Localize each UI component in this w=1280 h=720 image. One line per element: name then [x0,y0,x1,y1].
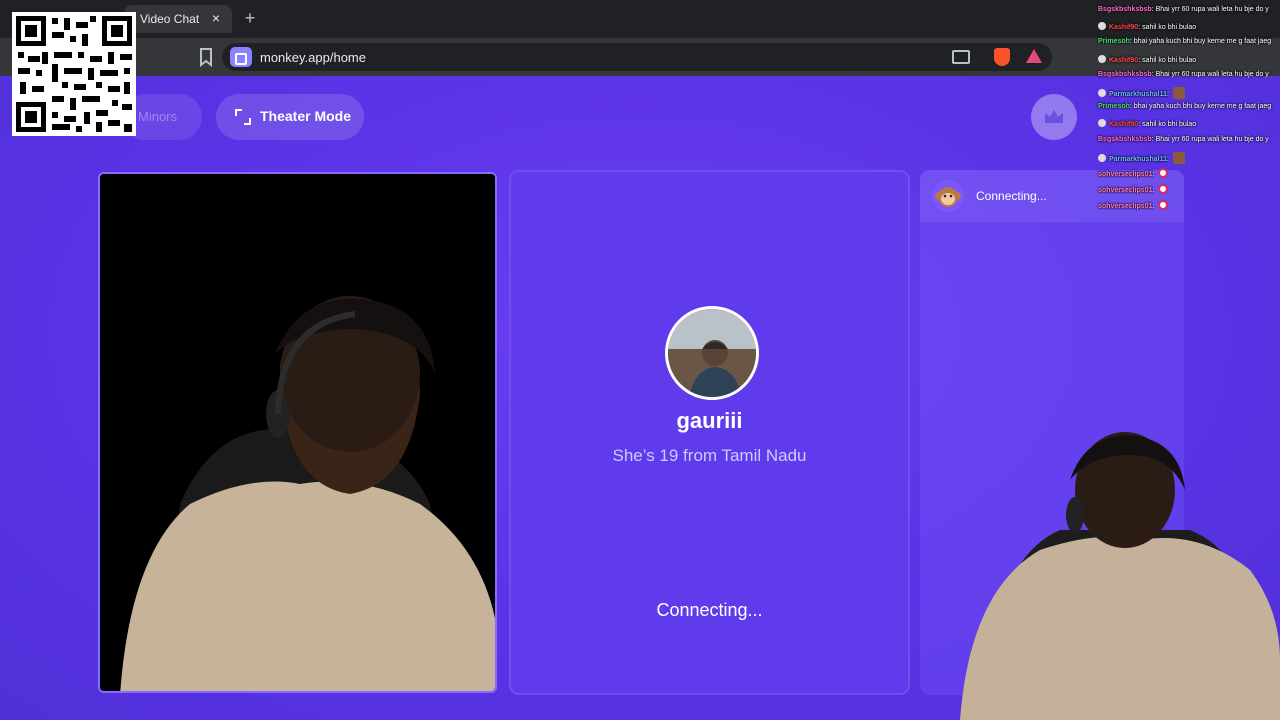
browser-toolbar: monkey.app/home [0,38,1280,76]
video-icon [230,47,252,67]
chat-username: Bsgskbshksbsb [1098,135,1152,143]
stream-chat-message: Primesoh: bhai yaha kuch bhi buy kerne m… [1098,103,1271,115]
chat-username: sohverseclips01 [1098,171,1153,178]
emote-icon [1158,168,1169,178]
badge-icon [1098,22,1106,31]
chat-username: Primesoh [1098,103,1130,111]
match-avatar [665,306,759,400]
chat-separator: : [1166,91,1171,98]
emote-icon [1172,151,1185,164]
emote-icon [1172,87,1185,99]
badge-icon [1098,119,1106,128]
chat-text: sahil ko bhi bulao [1142,121,1197,129]
brave-icon[interactable] [994,48,1010,66]
close-icon[interactable]: × [208,10,224,26]
chat-username: Bsgskbshksbsb [1098,70,1152,78]
chat-text: Bhai yrr 60 rupa wali leta hu bje do y [1155,6,1269,13]
chat-text: Bhai yrr 60 rupa wali leta hu bje do y [1155,70,1269,78]
cast-icon[interactable] [952,50,970,64]
theater-mode-button[interactable]: Theater Mode [216,94,364,140]
emote-icon [1158,184,1169,195]
bookmark-icon[interactable] [197,47,215,67]
chat-connecting-label: Connecting... [976,189,1047,203]
stream-chat-message: Parmarkhushal11: [1098,87,1185,99]
streamer-webcam [960,432,1280,720]
chat-separator: : [1152,187,1157,195]
stream-chat-message: Kashif90: sahil ko bhi bulao [1098,54,1197,67]
stream-chat-message: Kashif90: sahil ko bhi bulao [1098,119,1196,131]
stream-chat-message: sohverseclips01: [1098,200,1169,212]
chat-text: sahil ko bhi bulao [1142,24,1197,32]
chat-username: Primesoh [1098,38,1130,46]
stream-chat-message: Bsgskbshksbsb: Bhai yrr 60 rupa wali let… [1098,71,1269,83]
url-text[interactable]: monkey.app/home [260,50,366,65]
chat-separator: : [1152,171,1157,178]
self-camera-tile [98,172,497,693]
tab-title: Video Chat [140,12,200,26]
stream-chat-message: Parmarkhushal11: [1098,151,1185,164]
stream-chat-message: sohverseclips01: [1098,168,1169,180]
chat-text: bhai yaha kuch bhi buy kerne me g faat j… [1133,103,1272,111]
qr-code-icon [12,12,136,136]
stream-chat-message: Kashif90: sahil ko bhi bulao [1098,22,1196,34]
chat-text: sahil ko bhi bulao [1142,56,1197,64]
browser-tab[interactable]: Video Chat × [124,5,232,33]
stream-chat-message: Bsgskbshksbsb: Bhai yrr 60 rupa wali let… [1098,6,1269,18]
match-tile: gauriii She’s 19 from Tamil Nadu Connect… [509,170,910,695]
badge-icon [1098,153,1106,162]
crown-icon [1045,110,1063,123]
emote-icon [1158,200,1169,211]
warning-icon[interactable] [1026,49,1042,63]
chat-username: Bsgskbshksbsb [1098,6,1152,13]
plus-icon[interactable]: + [240,8,260,29]
chat-text: Bhai yrr 60 rupa wali leta hu bje do y [1155,135,1269,143]
chat-separator: : [1152,203,1157,211]
stream-chat-message: sohverseclips01: [1098,184,1169,196]
badge-icon [1098,54,1106,63]
chat-username: sohverseclips01 [1098,187,1153,195]
chat-text: bhai yaha kuch bhi buy kerne me g faat j… [1133,38,1272,46]
chat-username: Parmarkhushal11 [1109,155,1167,163]
chat-username: Parmarkhushal11 [1109,91,1167,98]
avatar-photo [668,309,756,397]
minors-label: Minors [138,109,178,124]
connecting-status: Connecting... [656,600,763,620]
match-subtitle: She’s 19 from Tamil Nadu [612,446,807,465]
chat-username: Kashif90 [1109,121,1139,129]
expand-icon [235,109,251,125]
address-bar[interactable]: monkey.app/home [222,43,1052,71]
chat-separator: : [1166,155,1171,163]
browser-tab-strip: Video Chat × + [0,0,1280,38]
match-name: gauriii [676,408,743,433]
stream-chat-message: Primesoh: bhai yaha kuch bhi buy kerne m… [1098,38,1271,50]
person-video [100,174,495,691]
chat-username: Kashif90 [1109,56,1139,64]
chat-username: sohverseclips01 [1098,203,1153,211]
stream-chat-message: Bsgskbshksbsb: Bhai yrr 60 rupa wali let… [1098,136,1269,148]
premium-button[interactable] [1031,94,1077,140]
badge-icon [1098,89,1106,97]
chat-username: Kashif90 [1109,24,1139,32]
screen: Video Chat × + monkey.app/home Minors Th… [0,0,1280,720]
stream-chat-overlay: Bsgskbshksbsb: Bhai yrr 60 rupa wali let… [1096,4,1280,214]
theater-mode-label: Theater Mode [260,108,352,124]
monkey-icon [932,180,964,212]
